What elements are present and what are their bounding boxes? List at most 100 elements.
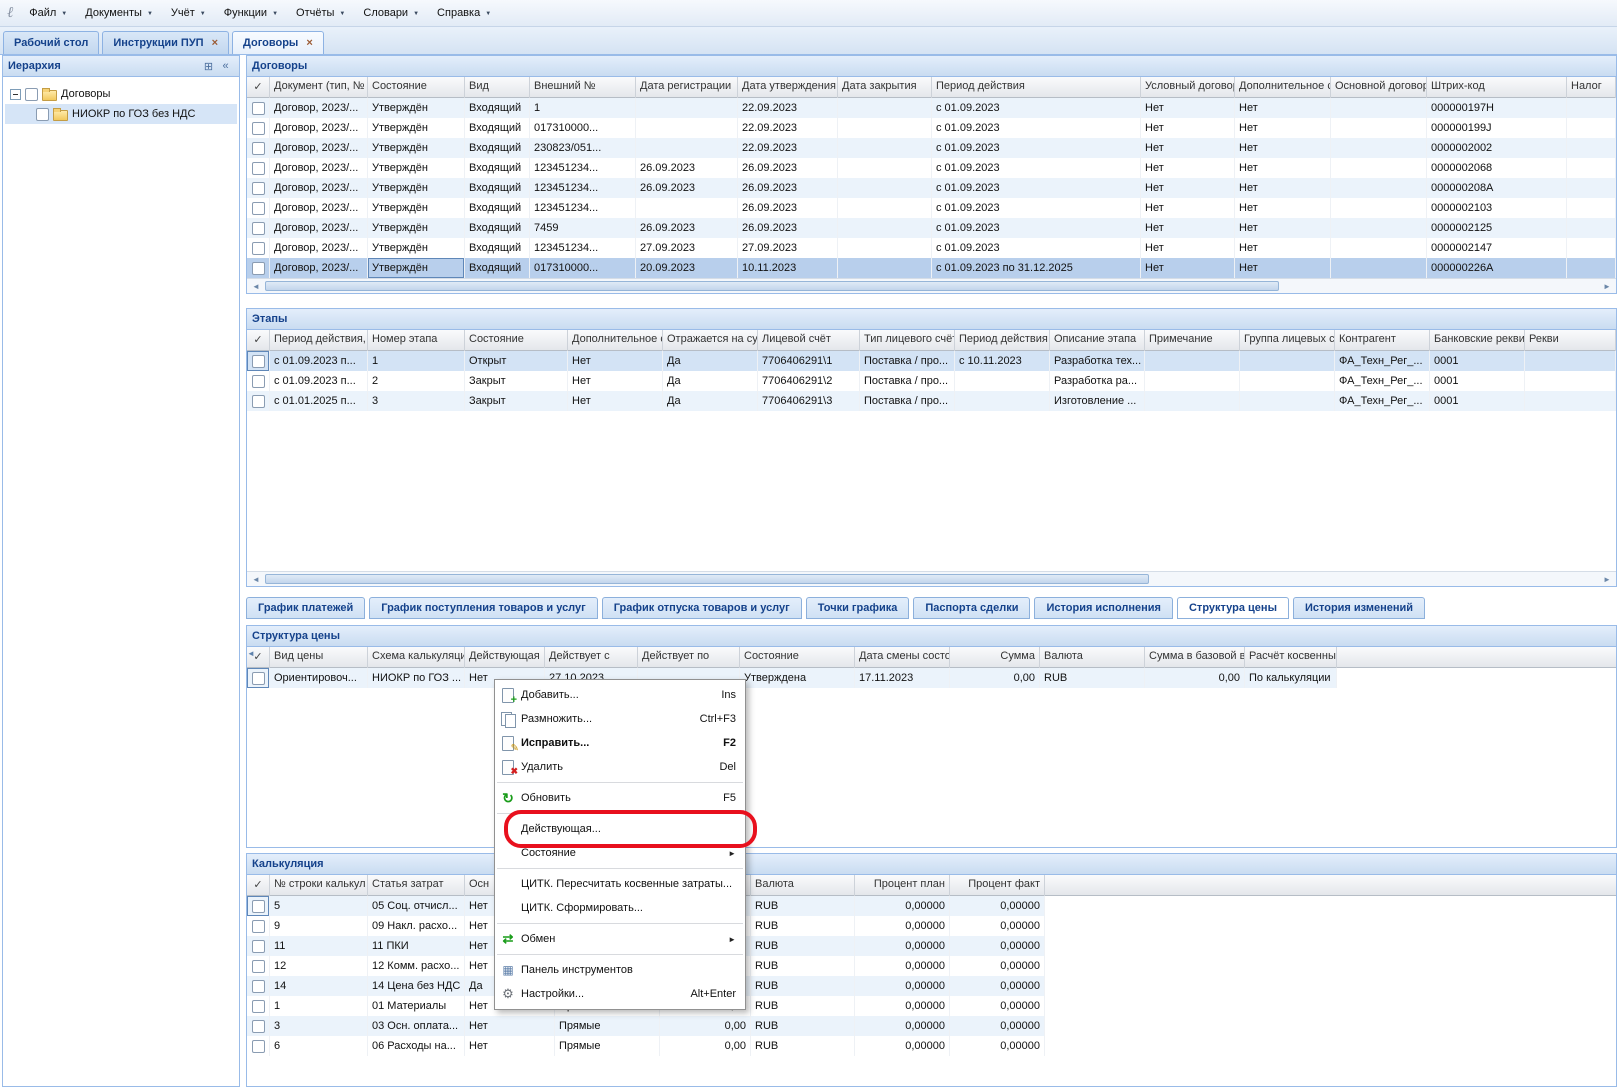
row-checkbox[interactable] [252, 102, 265, 115]
table-row[interactable]: Договор, 2023/...УтверждёнВходящий017310… [247, 118, 1616, 138]
row-checkbox[interactable] [252, 920, 265, 933]
column-header[interactable]: Сумма в базовой в [1145, 647, 1245, 668]
scroll-left-icon[interactable]: ◄ [248, 572, 264, 586]
row-checkbox[interactable] [252, 395, 265, 408]
table-row[interactable]: Договор, 2023/...УтверждёнВходящий123451… [247, 198, 1616, 218]
row-select-cell[interactable] [247, 118, 270, 138]
column-header[interactable]: № строки калькул [270, 875, 368, 896]
column-header[interactable]: Расчёт косвенных [1245, 647, 1337, 668]
checkbox[interactable] [36, 108, 49, 121]
column-header[interactable]: Период действия [932, 77, 1141, 98]
tab-desktop[interactable]: Рабочий стол [3, 31, 99, 54]
close-icon[interactable]: × [212, 38, 218, 48]
row-select-cell[interactable] [247, 1036, 270, 1056]
row-checkbox[interactable] [252, 142, 265, 155]
column-header[interactable]: Валюта [751, 875, 855, 896]
column-header[interactable]: Схема калькуляци [368, 647, 465, 668]
row-select-cell[interactable] [247, 391, 270, 411]
close-icon[interactable]: × [306, 38, 312, 48]
row-select-cell[interactable] [247, 98, 270, 118]
tab-deal-passports[interactable]: Паспорта сделки [913, 597, 1030, 619]
tab-execution-history[interactable]: История исполнения [1034, 597, 1173, 619]
collapse-left-icon[interactable]: ◄ [247, 649, 255, 658]
column-header[interactable]: Процент факт [950, 875, 1045, 896]
column-header[interactable]: Период действия, [270, 330, 368, 351]
tab-goods-receipt-schedule[interactable]: График поступления товаров и услуг [369, 597, 597, 619]
column-header[interactable]: Действующая [465, 647, 545, 668]
column-header[interactable]: Состояние [740, 647, 855, 668]
horizontal-scrollbar[interactable]: ◄ ► [247, 278, 1616, 293]
row-checkbox[interactable] [252, 355, 265, 368]
menubar-item-reports[interactable]: Отчёты▼ [287, 2, 354, 24]
context-menu-item-toolbar-panel[interactable]: Панель инструментов [495, 958, 745, 982]
table-row[interactable]: Ориентировоч...НИОКР по ГОЗ ...Нет27.10.… [247, 668, 1337, 688]
collapse-panel-icon[interactable]: « [217, 58, 234, 74]
menubar-item-help[interactable]: Справка▼ [428, 2, 500, 24]
row-select-cell[interactable] [247, 896, 270, 916]
table-row[interactable]: Договор, 2023/...УтверждёнВходящий123451… [247, 238, 1616, 258]
row-checkbox[interactable] [252, 940, 265, 953]
column-header[interactable]: Банковские реквиз [1430, 330, 1525, 351]
context-menu-item-exchange[interactable]: Обмен ► [495, 927, 745, 951]
scrollbar-thumb[interactable] [265, 281, 1279, 291]
table-row[interactable]: Договор, 2023/...УтверждёнВходящий745926… [247, 218, 1616, 238]
row-select-cell[interactable] [247, 668, 270, 688]
menubar-item-functions[interactable]: Функции▼ [215, 2, 287, 24]
column-header[interactable]: Основной договор [1331, 77, 1427, 98]
table-row[interactable]: 606 Расходы на...НетПрямые0,00RUB0,00000… [247, 1036, 1045, 1056]
row-checkbox[interactable] [252, 262, 265, 275]
column-header[interactable]: Примечание [1145, 330, 1240, 351]
column-header[interactable]: Состояние [368, 77, 465, 98]
context-menu-item-citk-form[interactable]: ЦИТК. Сформировать... [495, 896, 745, 920]
table-row[interactable]: Договор, 2023/...УтверждёнВходящий123451… [247, 158, 1616, 178]
column-header[interactable]: ✓ [247, 77, 270, 98]
column-header[interactable]: ✓ [247, 875, 270, 896]
context-menu-item-duplicate[interactable]: Размножить... Ctrl+F3 [495, 707, 745, 731]
row-checkbox[interactable] [252, 375, 265, 388]
row-checkbox[interactable] [252, 182, 265, 195]
context-menu-item-refresh[interactable]: Обновить F5 [495, 786, 745, 810]
column-header[interactable]: Описание этапа [1050, 330, 1145, 351]
column-header[interactable]: Сумма [950, 647, 1040, 668]
row-select-cell[interactable] [247, 976, 270, 996]
column-header[interactable]: Налог [1567, 77, 1616, 98]
row-select-cell[interactable] [247, 258, 270, 278]
row-checkbox[interactable] [252, 122, 265, 135]
context-menu-item-edit[interactable]: Исправить... F2 [495, 731, 745, 755]
table-row[interactable]: с 01.01.2025 п...3ЗакрытНетДа7706406291\… [247, 391, 1616, 411]
tab-goods-issue-schedule[interactable]: График отпуска товаров и услуг [602, 597, 802, 619]
row-select-cell[interactable] [247, 996, 270, 1016]
context-menu-item-active-price[interactable]: Действующая... [495, 817, 745, 841]
row-select-cell[interactable] [247, 218, 270, 238]
tab-change-history[interactable]: История изменений [1293, 597, 1425, 619]
column-header[interactable]: Состояние [465, 330, 568, 351]
column-header[interactable]: Валюта [1040, 647, 1145, 668]
menubar-item-documents[interactable]: Документы▼ [76, 2, 162, 24]
context-menu-item-delete[interactable]: Удалить Del [495, 755, 745, 779]
grid-view-icon[interactable]: ⊞ [200, 58, 217, 74]
row-select-cell[interactable] [247, 371, 270, 391]
menubar-item-accounting[interactable]: Учёт▼ [162, 2, 215, 24]
table-row[interactable]: Договор, 2023/...УтверждёнВходящий017310… [247, 258, 1616, 278]
table-row[interactable]: Договор, 2023/...УтверждёнВходящий230823… [247, 138, 1616, 158]
menubar-item-dictionaries[interactable]: Словари▼ [354, 2, 428, 24]
row-select-cell[interactable] [247, 238, 270, 258]
row-select-cell[interactable] [247, 916, 270, 936]
column-header[interactable]: Вид [465, 77, 530, 98]
row-checkbox[interactable] [252, 222, 265, 235]
table-row[interactable]: с 01.09.2023 п...1ОткрытНетДа7706406291\… [247, 351, 1616, 371]
column-header[interactable]: Номер этапа [368, 330, 465, 351]
row-select-cell[interactable] [247, 956, 270, 976]
context-menu-item-add[interactable]: Добавить... Ins [495, 683, 745, 707]
row-checkbox[interactable] [252, 1020, 265, 1033]
column-header[interactable]: Группа лицевых с [1240, 330, 1335, 351]
tree-node-contracts[interactable]: Договоры [5, 84, 237, 104]
column-header[interactable]: Статья затрат [368, 875, 465, 896]
table-row[interactable]: 303 Осн. оплата...НетПрямые0,00RUB0,0000… [247, 1016, 1045, 1036]
menubar-item-file[interactable]: Файл▼ [20, 2, 76, 24]
column-header[interactable]: Дополнительное с [568, 330, 663, 351]
row-select-cell[interactable] [247, 158, 270, 178]
tab-payment-schedule[interactable]: График платежей [246, 597, 365, 619]
row-checkbox[interactable] [252, 1000, 265, 1013]
row-select-cell[interactable] [247, 178, 270, 198]
